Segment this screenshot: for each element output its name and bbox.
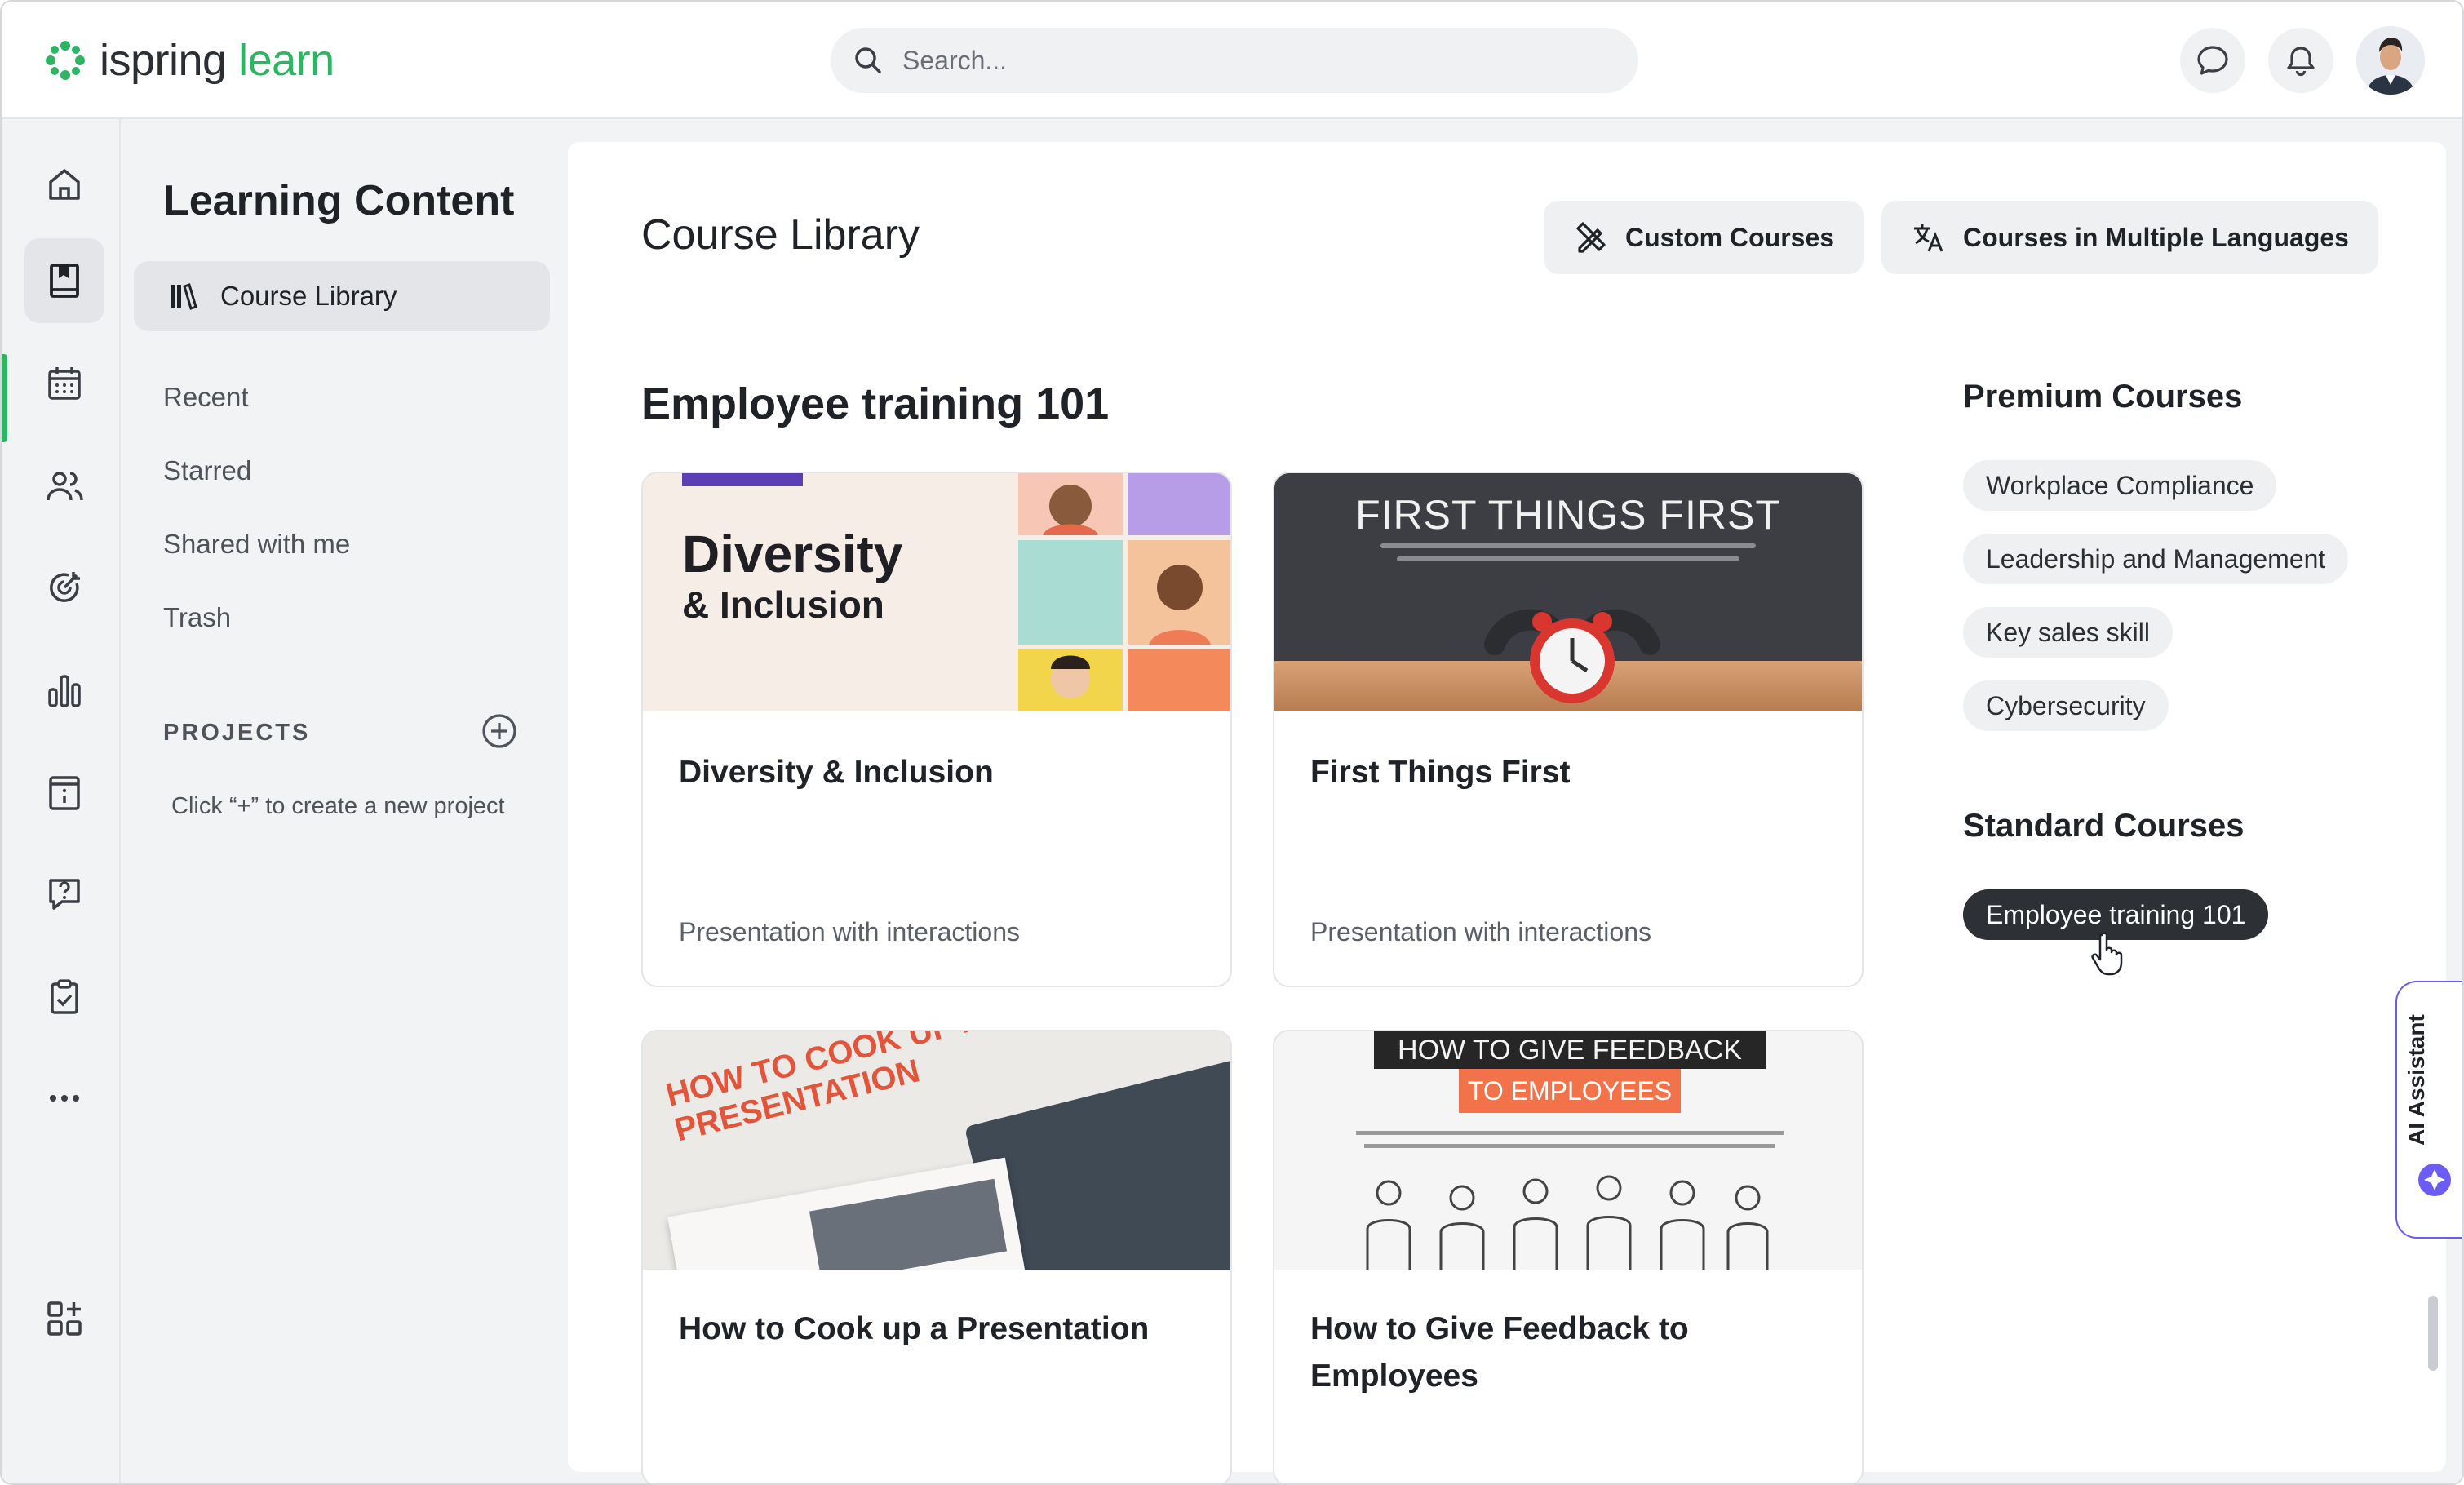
pencil-ruler-icon xyxy=(1576,222,1606,253)
more-dots-icon xyxy=(50,1095,79,1102)
sidebar-item-trash[interactable]: Trash xyxy=(163,602,231,633)
course-type: Presentation with interactions xyxy=(1310,917,1651,946)
thumb-title-big: Diversity xyxy=(682,525,903,583)
section-title: Employee training 101 xyxy=(641,379,1110,428)
sidebar-item-shared[interactable]: Shared with me xyxy=(163,529,350,560)
course-title: How to Give Feedback to Employees xyxy=(1310,1311,1689,1394)
thumb-text-line xyxy=(1356,1131,1784,1135)
projects-heading: PROJECTS xyxy=(163,720,311,746)
icon-rail xyxy=(2,119,121,1483)
course-title: First Things First xyxy=(1310,755,1571,790)
book-icon xyxy=(50,264,79,298)
translate-icon xyxy=(1914,224,1943,252)
course-title: Diversity & Inclusion xyxy=(679,755,994,790)
course-card-first-things-first[interactable]: FIRST THINGS FIRST First Things First Pr… xyxy=(1273,472,1864,987)
course-thumbnail: HOW TO GIVE FEEDBACK TO EMPLOYEES xyxy=(1274,1031,1862,1270)
course-title: How to Cook up a Presentation xyxy=(679,1311,1150,1346)
library-icon xyxy=(171,283,197,310)
logo-text: ispring learn xyxy=(100,35,335,86)
chip-leadership-management[interactable]: Leadership and Management xyxy=(1963,534,2349,584)
rail-assignments[interactable] xyxy=(24,955,104,1040)
rail-more[interactable] xyxy=(24,1056,104,1141)
course-thumbnail: HOW TO COOK UP A PRESENTATION xyxy=(643,1031,1230,1270)
thumb-text-line xyxy=(1380,543,1756,548)
thumb-title-small: & Inclusion xyxy=(682,583,884,626)
people-illustration-icon xyxy=(1043,485,1211,698)
main-panel: Course Library Custom Courses Courses in… xyxy=(568,142,2446,1483)
home-icon xyxy=(49,169,80,200)
rail-questions[interactable] xyxy=(24,852,104,937)
course-card-give-feedback[interactable]: HOW TO GIVE FEEDBACK TO EMPLOYEES How to… xyxy=(1273,1030,1864,1483)
search-bar[interactable] xyxy=(831,28,1638,93)
target-icon xyxy=(50,572,80,602)
course-type: Presentation with interactions xyxy=(679,917,1020,946)
ai-sparkle-icon xyxy=(2418,1164,2451,1196)
bell-icon xyxy=(2287,47,2315,77)
logo-word-ispring: ispring xyxy=(100,36,227,85)
chat-bubble-icon xyxy=(2197,46,2228,75)
scrollbar-thumb[interactable] xyxy=(2428,1296,2438,1371)
rail-info[interactable] xyxy=(24,751,104,836)
rail-reports[interactable] xyxy=(24,648,104,733)
projects-hint: Click “+” to create a new project xyxy=(171,793,505,819)
user-avatar[interactable] xyxy=(2356,26,2425,95)
rail-home[interactable] xyxy=(24,142,104,227)
chat-button[interactable] xyxy=(2180,28,2245,93)
question-chat-icon xyxy=(49,879,80,910)
app-window: ispring learn Search... Learning Content… xyxy=(0,0,2464,1485)
apps-grid-icon xyxy=(47,1301,82,1336)
premium-courses-heading: Premium Courses xyxy=(1963,379,2243,414)
calendar-icon xyxy=(48,367,81,400)
info-board-icon xyxy=(49,776,80,810)
ai-assistant-label: AI Assistant xyxy=(2404,1014,2429,1146)
rail-learning-content[interactable] xyxy=(24,238,104,323)
ai-assistant-tab[interactable]: AI Assistant xyxy=(2395,981,2462,1239)
multilang-courses-label: Courses in Multiple Languages xyxy=(1963,222,2349,252)
chip-workplace-compliance[interactable]: Workplace Compliance xyxy=(1963,460,2277,511)
thumb-text-line xyxy=(1364,1144,1775,1148)
sidebar-item-starred[interactable]: Starred xyxy=(163,455,251,486)
thumb-text-line xyxy=(1397,556,1739,561)
add-project-icon[interactable] xyxy=(480,711,519,751)
multilang-courses-button[interactable]: Courses in Multiple Languages xyxy=(1881,201,2378,274)
search-icon xyxy=(855,47,881,73)
chip-cybersecurity[interactable]: Cybersecurity xyxy=(1963,680,2169,731)
hand-cursor-icon xyxy=(2091,932,2123,976)
employees-sketch-icon xyxy=(1366,1175,1769,1270)
rail-goals[interactable] xyxy=(24,545,104,630)
ispring-logo[interactable]: ispring learn xyxy=(42,31,335,90)
thumb-banner-1: HOW TO GIVE FEEDBACK xyxy=(1374,1031,1766,1069)
course-card-cook-presentation[interactable]: HOW TO COOK UP A PRESENTATION How to Coo… xyxy=(641,1030,1232,1483)
logo-sparkle-icon xyxy=(46,41,85,80)
bar-chart-icon xyxy=(48,675,81,707)
course-thumbnail: FIRST THINGS FIRST xyxy=(1274,473,1862,711)
alarm-clock-icon xyxy=(1484,609,1660,703)
learning-content-sidebar: Learning Content Course Library Recent S… xyxy=(121,119,568,1483)
sidebar-item-course-library[interactable]: Course Library xyxy=(134,261,550,331)
rail-users[interactable] xyxy=(24,444,104,529)
sidebar-title: Learning Content xyxy=(163,177,515,224)
custom-courses-label: Custom Courses xyxy=(1625,222,1835,252)
thumb-banner-2: TO EMPLOYEES xyxy=(1459,1069,1681,1113)
sidebar-item-label: Course Library xyxy=(220,281,397,311)
search-input[interactable] xyxy=(902,45,1620,76)
thumb-top-tag xyxy=(682,473,803,486)
users-icon xyxy=(47,472,83,501)
thumb-heading: FIRST THINGS FIRST xyxy=(1355,492,1781,538)
custom-courses-button[interactable]: Custom Courses xyxy=(1544,201,1864,274)
standard-courses-heading: Standard Courses xyxy=(1963,808,2245,844)
sidebar-item-recent[interactable]: Recent xyxy=(163,382,249,413)
rail-apps[interactable] xyxy=(24,1276,104,1361)
course-card-diversity[interactable]: Diversity & Inclusion Diversity & Inclus… xyxy=(641,472,1232,987)
course-thumbnail: Diversity & Inclusion xyxy=(643,473,1230,711)
clipboard-check-icon xyxy=(51,979,78,1014)
rail-calendar[interactable] xyxy=(24,341,104,426)
top-bar: ispring learn xyxy=(2,2,2462,119)
user-photo-icon xyxy=(2356,26,2425,95)
logo-word-learn: learn xyxy=(238,36,335,85)
notifications-button[interactable] xyxy=(2268,28,2333,93)
chip-key-sales-skill[interactable]: Key sales skill xyxy=(1963,607,2173,658)
page-title: Course Library xyxy=(641,211,920,259)
rail-active-indicator xyxy=(2,354,7,442)
